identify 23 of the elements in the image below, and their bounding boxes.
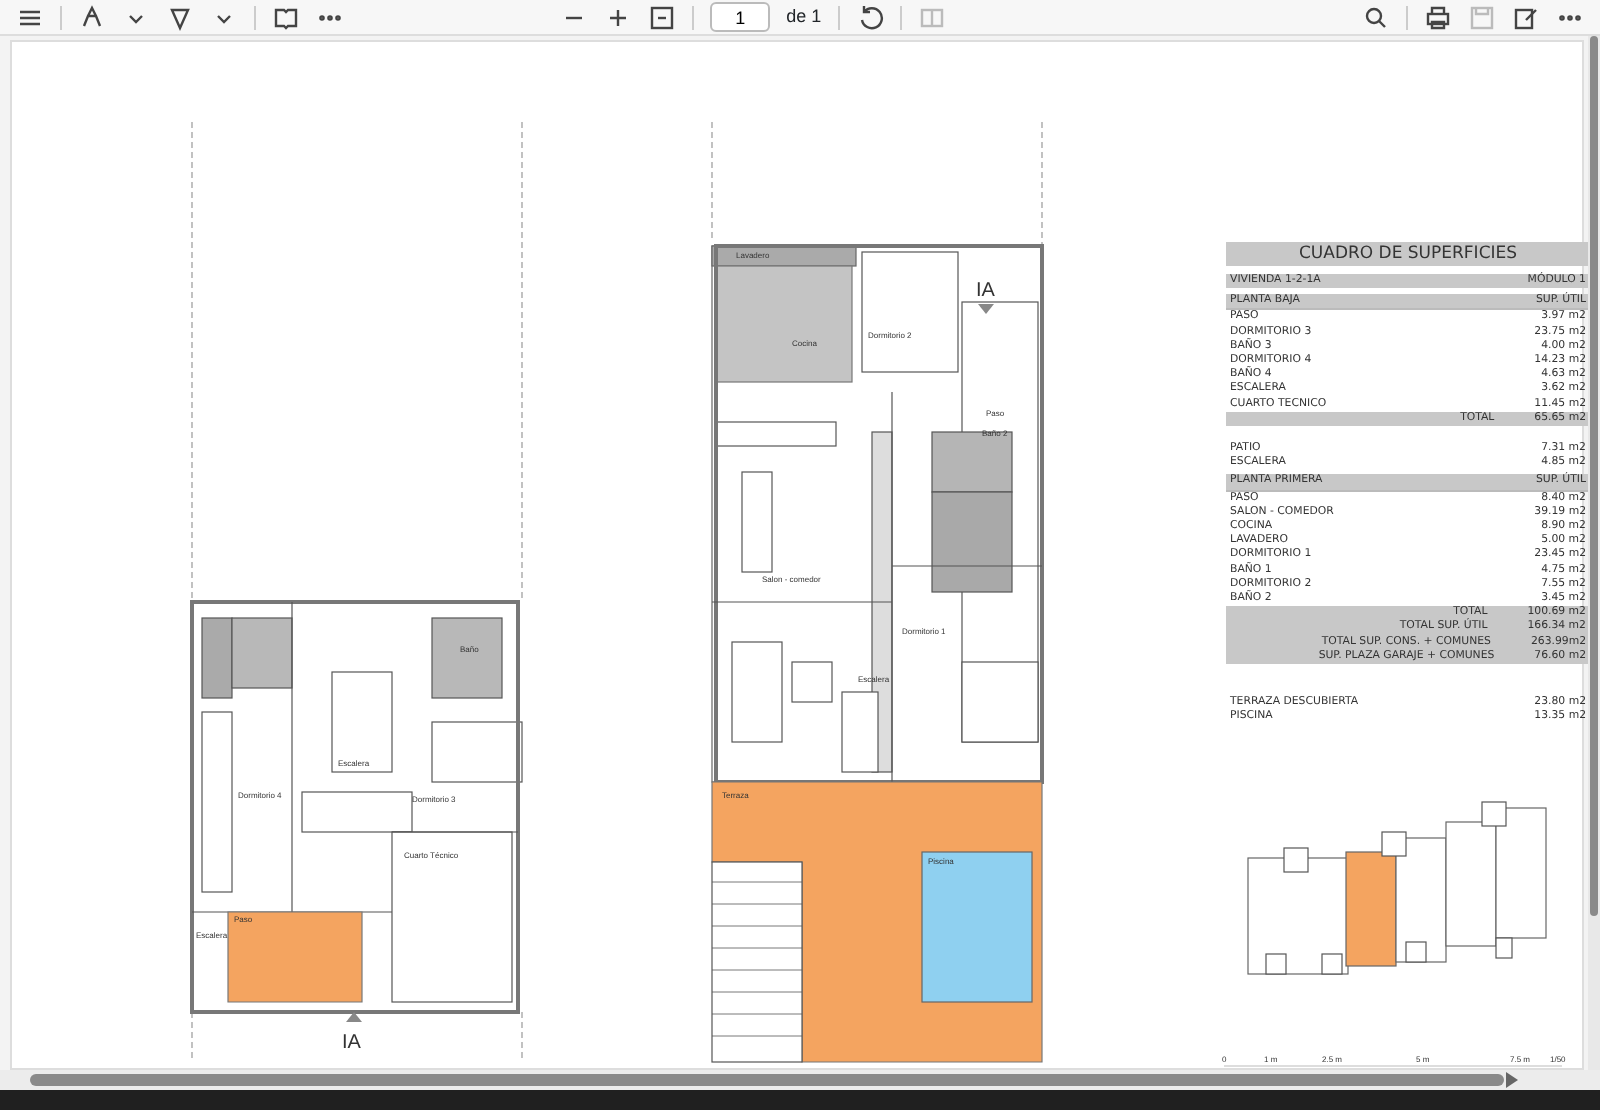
page-number-field[interactable]: 1 [710,2,771,32]
scrollbar-thumb[interactable] [1590,36,1598,916]
section-mark: IA [342,1032,361,1054]
page-count: de 1 [786,3,822,30]
section-arrow-icon [978,304,994,314]
vertical-scrollbar[interactable] [1588,36,1600,1070]
guide-line [521,1011,523,1063]
guide-line [191,1011,193,1063]
horizontal-scrollbar[interactable] [0,1070,1600,1090]
patio-drawing [227,911,363,1003]
print-icon[interactable] [1424,3,1452,31]
table-title: CUADRO DE SUPERFICIES [1226,242,1590,266]
pen-icon[interactable] [166,3,194,31]
book-icon[interactable] [272,3,300,31]
section-arrow-icon [346,1012,362,1022]
rotate-icon[interactable] [855,3,884,31]
search-icon[interactable] [1362,3,1390,31]
scrollbar-thumb[interactable] [30,1074,1504,1086]
fit-page-icon[interactable] [648,3,677,31]
section-mark: IA [976,280,995,302]
guide-line [711,121,713,243]
edit-icon[interactable] [1512,3,1540,31]
highlighter-icon[interactable] [78,3,106,31]
